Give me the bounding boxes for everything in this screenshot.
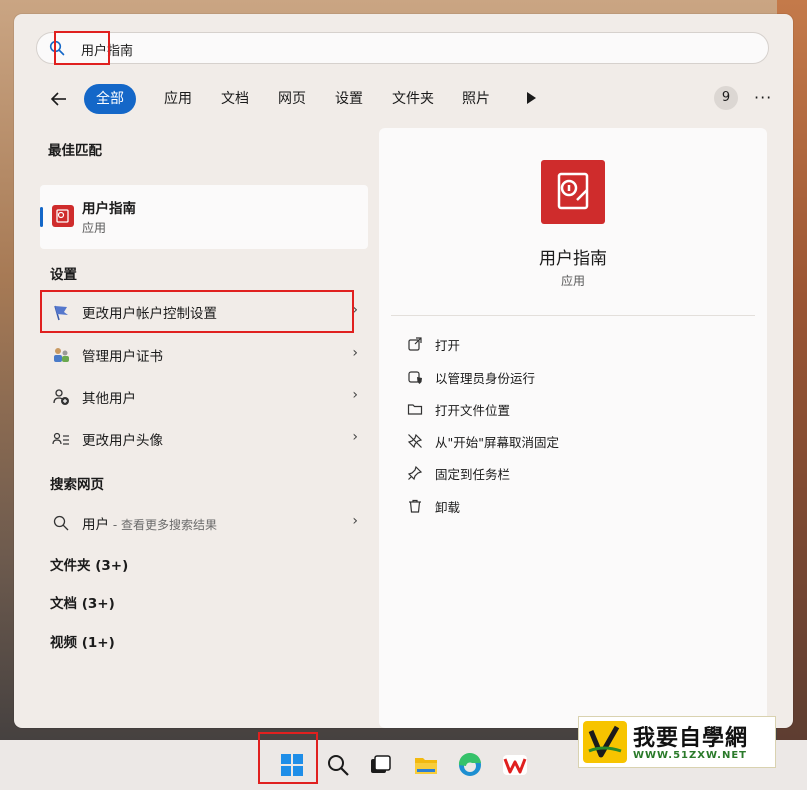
tab-settings[interactable]: 设置 bbox=[323, 84, 375, 114]
taskbar-search-icon[interactable] bbox=[325, 752, 351, 778]
search-icon bbox=[53, 515, 69, 531]
wps-office-icon[interactable] bbox=[502, 752, 528, 778]
tab-apps[interactable]: 应用 bbox=[152, 84, 204, 114]
result-count-badge: 9 bbox=[714, 86, 738, 110]
action-run-as-admin[interactable]: 以管理员身份运行 bbox=[403, 363, 743, 391]
add-user-icon bbox=[53, 389, 69, 405]
folder-icon bbox=[407, 404, 423, 415]
user-list-icon bbox=[52, 432, 69, 445]
action-label: 从"开始"屏幕取消固定 bbox=[435, 435, 559, 450]
start-button-highlight-box bbox=[258, 732, 318, 784]
tab-all[interactable]: 全部 bbox=[84, 84, 136, 114]
group-documents[interactable]: 文档 (3+) bbox=[50, 592, 115, 612]
action-label: 以管理员身份运行 bbox=[435, 371, 536, 386]
best-match-type: 应用 bbox=[82, 221, 107, 235]
task-view-icon[interactable] bbox=[367, 752, 393, 778]
web-query: 用户 bbox=[82, 517, 109, 533]
file-explorer-icon[interactable] bbox=[413, 752, 439, 778]
user-guide-app-icon bbox=[52, 205, 74, 227]
back-arrow-icon[interactable] bbox=[50, 90, 68, 108]
trash-icon bbox=[409, 499, 421, 513]
action-label: 固定到任务栏 bbox=[435, 467, 511, 482]
chevron-right-icon: › bbox=[352, 345, 358, 361]
action-label: 打开文件位置 bbox=[435, 403, 511, 418]
group-folders[interactable]: 文件夹 (3+) bbox=[50, 554, 128, 574]
watermark-url: WWW.51ZXW.NET bbox=[633, 750, 747, 761]
detail-pane: 用户指南 应用 打开 以管理员身份运行 打开文件位置 从"开始"屏幕取消固定 固… bbox=[379, 128, 767, 728]
web-hint: - 查看更多搜索结果 bbox=[109, 518, 217, 532]
settings-item-label: 更改用户头像 bbox=[82, 433, 163, 449]
tab-web[interactable]: 网页 bbox=[266, 84, 318, 114]
best-match-item[interactable]: 用户指南 应用 bbox=[40, 185, 368, 249]
web-search-label: 用户 - 查看更多搜索结果 bbox=[82, 513, 217, 533]
chevron-right-icon: › bbox=[352, 429, 358, 445]
search-highlight-box bbox=[54, 31, 110, 65]
filter-bar: 全部 应用 文档 网页 设置 文件夹 照片 9 ··· bbox=[44, 82, 784, 116]
tab-documents[interactable]: 文档 bbox=[209, 84, 261, 114]
action-pin-taskbar[interactable]: 固定到任务栏 bbox=[403, 459, 743, 487]
more-options-icon[interactable]: ··· bbox=[754, 88, 772, 107]
open-external-icon bbox=[408, 337, 422, 351]
detail-title: 用户指南 bbox=[539, 249, 607, 269]
action-uninstall[interactable]: 卸载 bbox=[403, 492, 743, 520]
action-label: 卸载 bbox=[435, 500, 461, 515]
uac-highlight-box bbox=[40, 290, 354, 333]
group-videos[interactable]: 视频 (1+) bbox=[50, 631, 115, 651]
watermark-mark-icon bbox=[583, 721, 627, 763]
watermark-logo: 我要自學網 WWW.51ZXW.NET bbox=[578, 716, 776, 768]
detail-divider bbox=[391, 315, 755, 316]
unpin-icon bbox=[407, 433, 423, 449]
action-unpin-start[interactable]: 从"开始"屏幕取消固定 bbox=[403, 427, 743, 455]
settings-item-certificates[interactable]: 管理用户证书 › bbox=[40, 334, 368, 374]
user-guide-large-icon bbox=[541, 160, 605, 224]
settings-heading: 设置 bbox=[50, 267, 77, 283]
action-open-location[interactable]: 打开文件位置 bbox=[403, 395, 743, 423]
watermark-name: 我要自學網 bbox=[633, 726, 749, 751]
detail-type: 应用 bbox=[560, 274, 585, 288]
start-search-panel: 用户指南 全部 应用 文档 网页 设置 文件夹 照片 9 ··· 最佳匹配 用户… bbox=[14, 14, 793, 728]
web-search-item[interactable]: 用户 - 查看更多搜索结果 › bbox=[40, 502, 368, 542]
edge-browser-icon[interactable] bbox=[457, 752, 483, 778]
best-match-heading: 最佳匹配 bbox=[48, 143, 102, 159]
action-label: 打开 bbox=[435, 338, 461, 353]
settings-item-other-users[interactable]: 其他用户 › bbox=[40, 376, 368, 416]
search-web-heading: 搜索网页 bbox=[50, 477, 104, 493]
settings-item-label: 其他用户 bbox=[82, 391, 136, 407]
pin-icon bbox=[407, 465, 423, 481]
chevron-right-icon: › bbox=[352, 387, 358, 403]
tab-folders[interactable]: 文件夹 bbox=[380, 84, 446, 114]
settings-item-avatar[interactable]: 更改用户头像 › bbox=[40, 418, 368, 458]
chevron-right-icon: › bbox=[352, 513, 358, 529]
settings-item-label: 管理用户证书 bbox=[82, 349, 163, 365]
best-match-name: 用户指南 bbox=[82, 201, 136, 217]
search-input[interactable]: 用户指南 bbox=[36, 32, 769, 64]
more-tabs-play-icon[interactable] bbox=[527, 92, 536, 104]
shield-icon bbox=[408, 371, 422, 384]
certificate-users-icon bbox=[54, 348, 69, 362]
action-open[interactable]: 打开 bbox=[403, 330, 743, 358]
tab-photos[interactable]: 照片 bbox=[450, 84, 502, 114]
selection-accent bbox=[40, 207, 43, 227]
